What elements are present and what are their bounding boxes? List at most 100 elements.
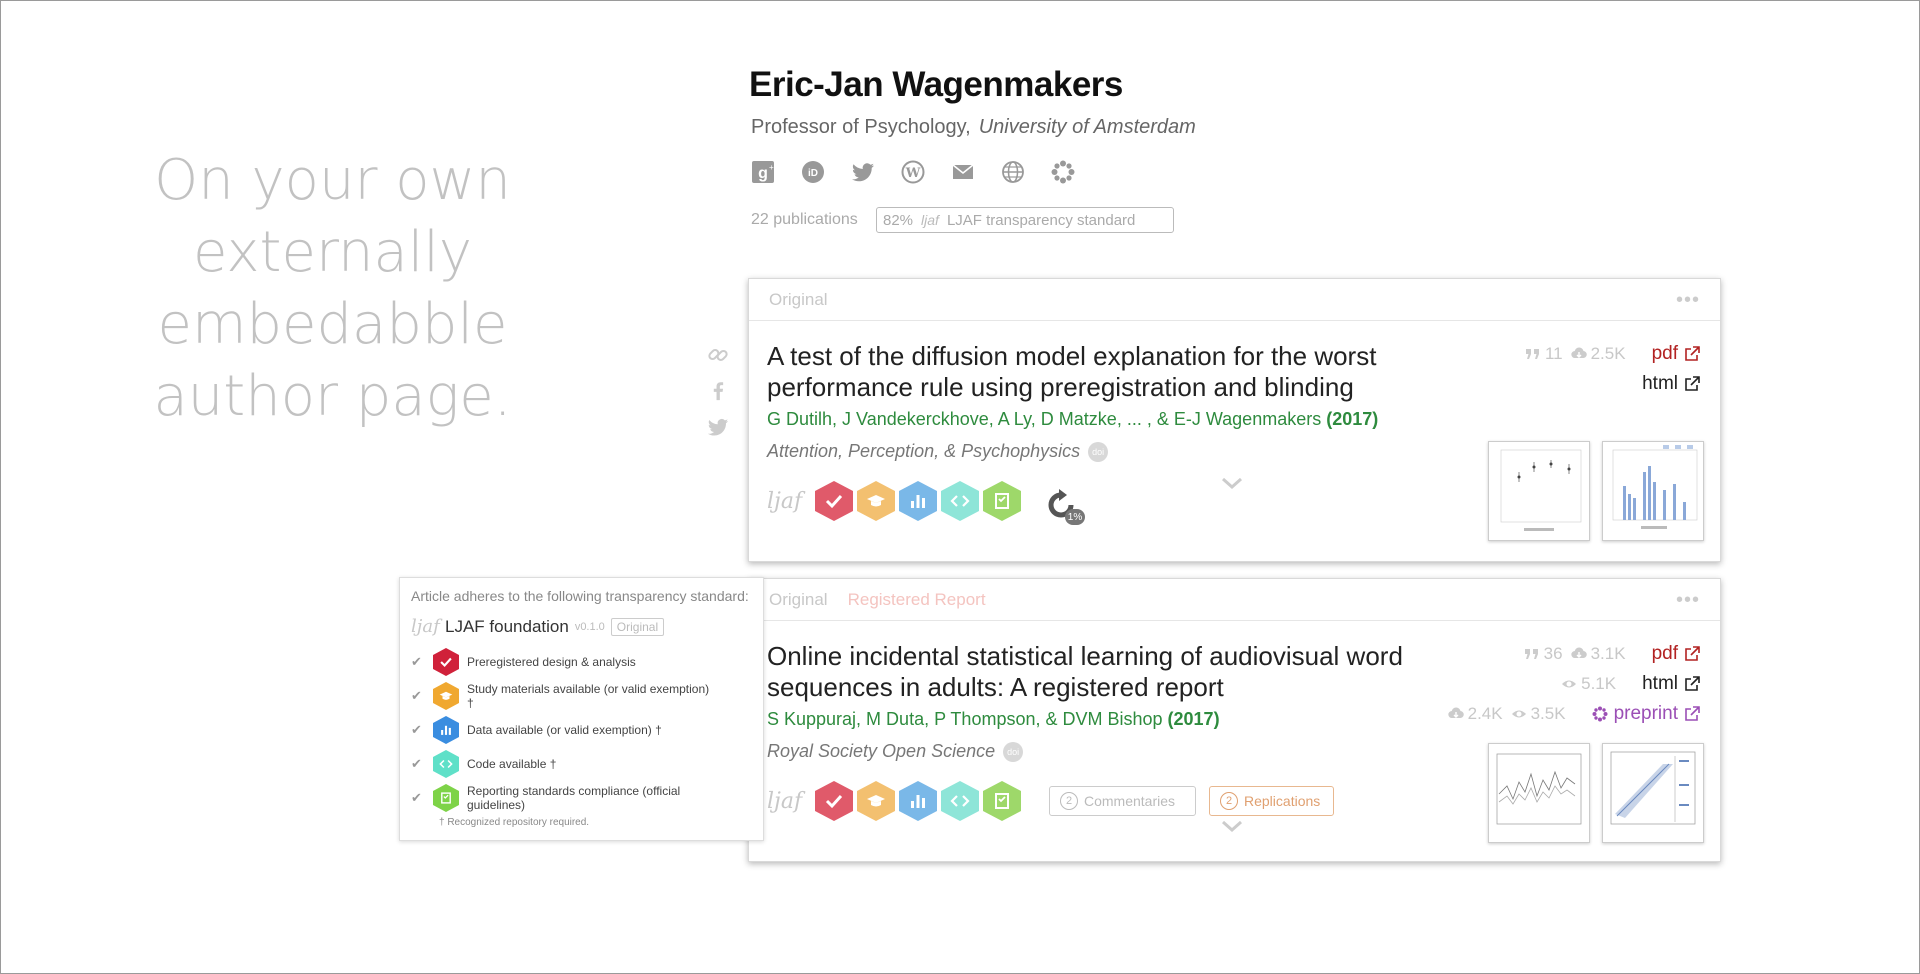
data-badge (433, 716, 459, 744)
publication-count: 22 publications (751, 211, 858, 228)
view-count: 5.1K (1561, 674, 1616, 694)
download-count: 3.1K (1570, 644, 1626, 664)
commentaries-button[interactable]: 2 Commentaries (1049, 786, 1196, 816)
bar-chart-icon (911, 795, 925, 808)
tab-original[interactable]: Original (769, 290, 828, 310)
publication-title[interactable]: A test of the diffusion model explanatio… (767, 341, 1447, 403)
facebook-icon[interactable] (707, 380, 729, 402)
code-icon (950, 795, 970, 807)
check-icon: ✔ (411, 790, 422, 805)
mortarboard-icon (867, 495, 885, 507)
google-scholar-icon[interactable]: g + (751, 160, 775, 184)
twitter-share-icon[interactable] (707, 416, 729, 438)
replication-indicator[interactable]: 1% (1043, 487, 1085, 527)
code-icon (950, 495, 970, 507)
tab-registered-report[interactable]: Registered Report (848, 590, 986, 610)
publication-journal: Attention, Perception, & Psychophysics d… (767, 441, 1109, 462)
reporting-badge[interactable] (983, 781, 1021, 821)
pdf-link[interactable]: pdf (1652, 643, 1700, 665)
email-icon[interactable] (951, 160, 975, 184)
document-icon (995, 793, 1009, 809)
document-icon (995, 493, 1009, 509)
figure-thumbnail[interactable] (1488, 441, 1590, 541)
code-badge[interactable] (941, 781, 979, 821)
expand-chevron-icon[interactable] (1217, 816, 1247, 836)
publication-metrics: 11 2.5K pdf html (1525, 339, 1700, 399)
popup-standard-title: ljaf LJAF foundation v0.1.0 Original (411, 616, 752, 637)
quote-icon (1524, 649, 1538, 659)
standard-version: v0.1.0 (574, 620, 605, 633)
link-icon[interactable] (707, 344, 729, 366)
html-link[interactable]: html (1642, 673, 1700, 695)
eye-icon (1562, 680, 1577, 688)
publication-journal: Royal Society Open Science doi (767, 741, 1024, 762)
wordpress-icon[interactable]: W (901, 160, 925, 184)
code-badge[interactable] (941, 481, 979, 521)
publication-authors: S Kuppuraj, M Duta, P Thompson, & DVM Bi… (767, 709, 1220, 730)
more-options-icon[interactable]: ••• (1676, 289, 1700, 312)
author-affiliation: Professor of Psychology, University of Am… (751, 116, 1196, 139)
svg-text:W: W (905, 166, 921, 181)
journal-name: Attention, Perception, & Psychophysics (767, 441, 1081, 461)
materials-badge[interactable] (857, 481, 895, 521)
ljaf-logo: ljaf (767, 488, 803, 514)
publication-card: Original Registered Report ••• Online in… (748, 578, 1721, 862)
check-icon: ✔ (411, 654, 422, 669)
preprint-link[interactable]: preprint (1592, 703, 1700, 725)
materials-badge (433, 682, 459, 710)
ljaf-logo: ljaf (767, 788, 803, 814)
transparency-badges: ljaf (767, 781, 1021, 821)
author-name: Eric-Jan Wagenmakers (749, 65, 1123, 104)
tab-original[interactable]: Original (769, 590, 828, 610)
doi-badge[interactable]: doi (1088, 441, 1109, 462)
commentaries-count: 2 (1060, 792, 1078, 810)
replications-button[interactable]: 2 Replications (1209, 786, 1334, 816)
osf-icon (1592, 706, 1608, 722)
criterion-item: ✔ Study materials available (or valid ex… (411, 682, 710, 710)
criterion-item: ✔ Code available † (411, 747, 752, 781)
publication-title[interactable]: Online incidental statistical learning o… (767, 641, 1447, 703)
reporting-badge[interactable] (983, 481, 1021, 521)
orcid-icon[interactable]: iD (801, 160, 825, 184)
figure-thumbnail[interactable] (1602, 743, 1704, 843)
replications-label: Replications (1244, 793, 1321, 809)
external-link-icon (1685, 376, 1700, 391)
svg-text:g: g (758, 165, 768, 182)
figure-thumbnails (1488, 743, 1704, 843)
ljaf-logo: ljaf (921, 212, 939, 228)
preprint-download-count: 2.4K (1447, 704, 1503, 724)
author-list: S Kuppuraj, M Duta, P Thompson, & DVM Bi… (767, 709, 1163, 729)
pdf-link[interactable]: pdf (1652, 343, 1700, 365)
website-icon[interactable] (1001, 160, 1025, 184)
doi-badge[interactable]: doi (1003, 741, 1024, 762)
more-options-icon[interactable]: ••• (1676, 589, 1700, 612)
transparency-standard-badge[interactable]: 82% ljaf LJAF transparency standard (876, 207, 1174, 233)
figure-thumbnail[interactable] (1602, 441, 1704, 541)
standard-tag: Original (610, 617, 665, 636)
external-link-icon (1685, 676, 1700, 691)
transparency-standard-popup: Article adheres to the following transpa… (399, 577, 764, 841)
card-tabs: Original (749, 279, 1720, 321)
mortarboard-icon (867, 795, 885, 807)
code-badge (433, 750, 459, 778)
author-institution[interactable]: University of Amsterdam (979, 116, 1196, 138)
publication-card: Original ••• A test of the diffusion mod… (748, 278, 1721, 562)
check-icon: ✔ (411, 756, 422, 771)
preregistered-badge[interactable] (815, 481, 853, 521)
data-badge[interactable] (899, 481, 937, 521)
data-badge[interactable] (899, 781, 937, 821)
figure-thumbnail[interactable] (1488, 743, 1590, 843)
check-icon (825, 494, 843, 509)
preregistered-badge[interactable] (815, 781, 853, 821)
materials-badge[interactable] (857, 781, 895, 821)
external-link-icon (1685, 346, 1700, 361)
standard-label: LJAF transparency standard (946, 211, 1136, 229)
twitter-icon[interactable] (851, 160, 875, 184)
cloud-download-icon (1570, 347, 1587, 359)
commentaries-label: Commentaries (1084, 793, 1176, 809)
standard-name: LJAF foundation (445, 616, 569, 636)
html-link[interactable]: html (1642, 373, 1700, 395)
expand-chevron-icon[interactable] (1217, 473, 1247, 493)
svg-text:iD: iD (808, 168, 818, 179)
osf-icon[interactable] (1051, 160, 1075, 184)
